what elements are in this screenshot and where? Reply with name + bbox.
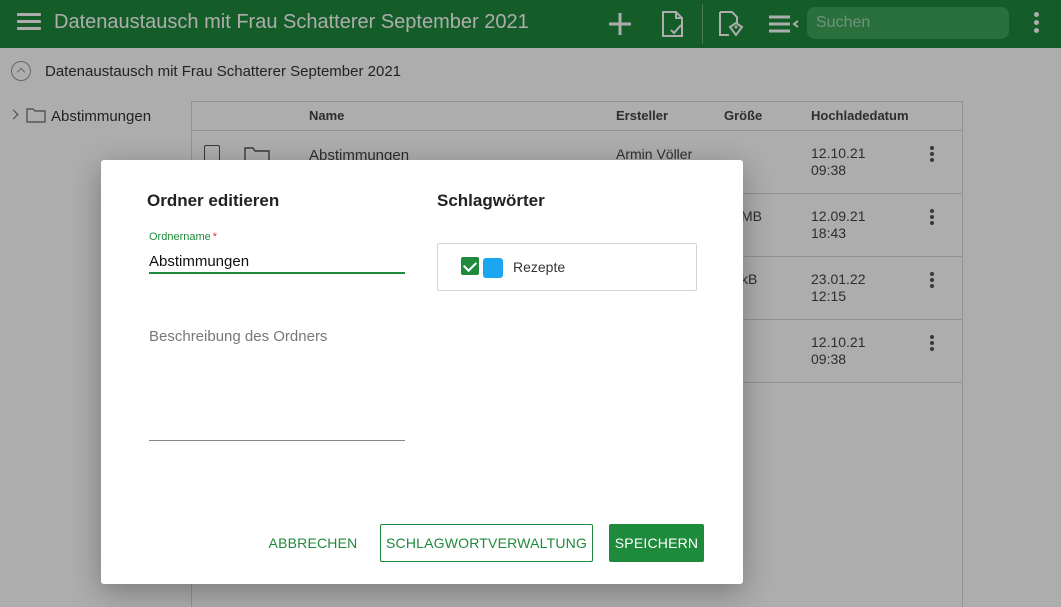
folder-name-label: Ordnername *	[149, 231, 217, 243]
tags-section-title: Schlagwörter	[437, 191, 545, 210]
folder-name-label-text: Ordnername	[149, 231, 211, 243]
folder-name-input[interactable]	[149, 251, 405, 274]
manage-tags-button[interactable]: SCHLAGWORTVERWALTUNG	[380, 524, 593, 562]
dialog-title: Ordner editieren	[147, 191, 280, 210]
required-marker: *	[212, 231, 218, 243]
folder-description-input[interactable]	[149, 328, 405, 441]
tag-label[interactable]: Rezepte	[513, 259, 565, 275]
cancel-button[interactable]: ABBRECHEN	[263, 524, 363, 562]
tag-color-swatch	[483, 258, 503, 278]
save-button[interactable]: SPEICHERN	[609, 524, 704, 562]
edit-folder-dialog: Ordner editieren Schlagwörter Ordnername…	[101, 160, 743, 584]
tag-checkbox[interactable]	[461, 257, 479, 275]
tags-list: Rezepte	[437, 243, 697, 291]
